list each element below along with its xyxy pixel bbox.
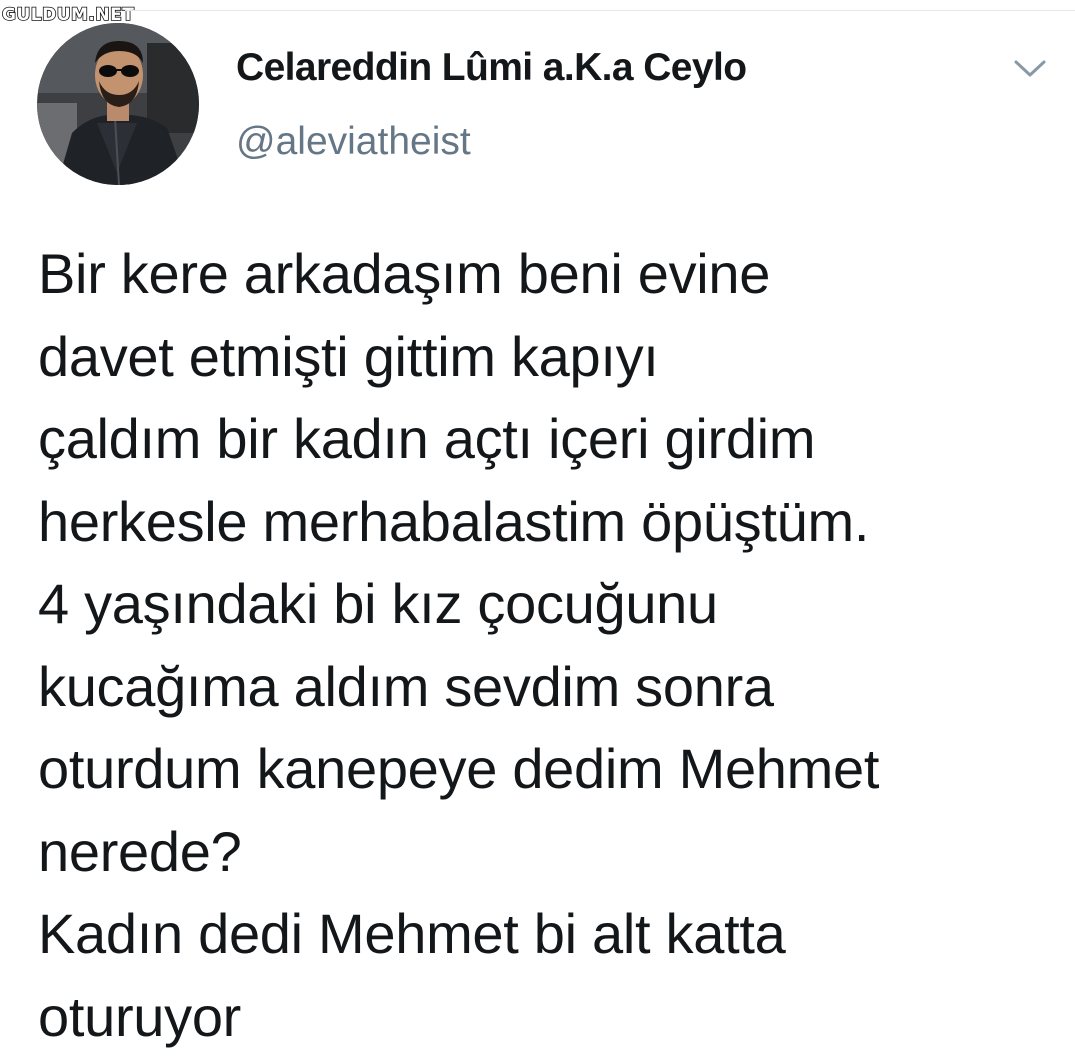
tweet-text-line: kucağıma aldım sevdim sonra — [38, 654, 774, 718]
tweet-text-line: oturuyor — [38, 984, 242, 1048]
tweet-text-line: Bir kere arkadaşım beni evine — [38, 242, 771, 305]
tweet-text-line: çaldım bir kadın açtı içeri girdim — [38, 407, 816, 470]
tweet-text-line: herkesle merhabalastim öpüştüm. — [38, 489, 870, 553]
tweet-text-line: oturdum kanepeye dedim Mehmet — [38, 737, 880, 800]
tweet-text: Bir kere arkadaşım beni evine davet etmi… — [38, 233, 1068, 1057]
avatar-photo — [37, 23, 199, 185]
avatar[interactable] — [37, 23, 199, 185]
tweet-text-line: Kadın dedi Mehmet bi alt katta — [38, 902, 786, 965]
tweet-text-line: 4 yaşındaki bi kız çocuğunu — [38, 572, 718, 635]
display-name[interactable]: Celareddin Lûmi a.K.a Ceylo — [236, 46, 747, 90]
chevron-down-icon[interactable] — [1012, 56, 1048, 80]
watermark-logo: GULDUM.NET — [1, 5, 135, 25]
tweet-text-line: nerede? — [38, 819, 242, 883]
tweet-screenshot: GULDUM.NET Celareddin Lûmi a.K.a Ceylo @… — [0, 0, 1075, 1057]
user-handle[interactable]: @aleviatheist — [236, 120, 471, 164]
top-divider — [125, 10, 1075, 11]
tweet-text-line: davet etmişti gittim kapıyı — [38, 324, 659, 388]
